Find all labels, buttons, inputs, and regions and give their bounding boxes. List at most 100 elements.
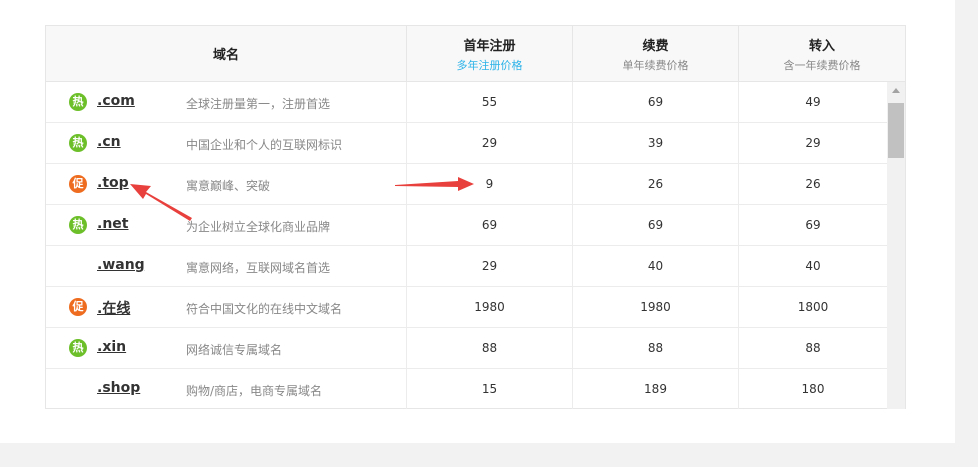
domain-description: 寓意网络，互联网域名首选 bbox=[186, 261, 331, 275]
table-row: 热 .net 为企业树立全球化商业品牌 69 69 69 bbox=[46, 205, 887, 246]
table-row: 热 .cn 中国企业和个人的互联网标识 29 39 29 bbox=[46, 123, 887, 164]
renew-price: 39 bbox=[647, 136, 664, 150]
domain-link[interactable]: .cn bbox=[97, 134, 121, 150]
domain-link[interactable]: .wang bbox=[97, 257, 145, 273]
renew-price-cell: 69 bbox=[573, 205, 739, 245]
hot-badge-icon: 热 bbox=[69, 93, 87, 111]
first-year-price-cell: 29 bbox=[407, 246, 573, 286]
renew-price-cell: 26 bbox=[573, 164, 739, 204]
domain-link[interactable]: .top bbox=[97, 175, 129, 191]
hot-badge-icon: 热 bbox=[69, 339, 87, 357]
renew-price: 189 bbox=[644, 382, 667, 396]
transfer-price: 49 bbox=[805, 95, 821, 109]
domain-link[interactable]: .net bbox=[97, 216, 128, 232]
domain-cell: 促 .在线 符合中国文化的在线中文域名 bbox=[46, 287, 407, 327]
header-domain-label: 域名 bbox=[212, 48, 239, 63]
first-year-price-cell: 55 bbox=[407, 82, 573, 122]
domain-cell: 热 .xin 网络诚信专属域名 bbox=[46, 328, 407, 368]
domain-link[interactable]: .com bbox=[97, 93, 135, 109]
renew-price: 88 bbox=[647, 341, 664, 355]
renew-price: 26 bbox=[647, 177, 664, 191]
header-first-year: 首年注册 多年注册价格 bbox=[407, 26, 573, 81]
transfer-price-cell: 1800 bbox=[739, 287, 887, 327]
domain-cell: 促 .top 寓意巅峰、突破 bbox=[46, 164, 407, 204]
table-header: 域名 首年注册 多年注册价格 续费 单年续费价格 转入 含一年续费价格 bbox=[46, 26, 905, 82]
renew-price-cell: 189 bbox=[573, 369, 739, 409]
domain-description: 网络诚信专属域名 bbox=[186, 343, 283, 357]
first-year-price: 69 bbox=[481, 218, 498, 232]
renew-price: 40 bbox=[647, 259, 664, 273]
domain-link[interactable]: .shop bbox=[97, 380, 140, 396]
content-panel: 域名 首年注册 多年注册价格 续费 单年续费价格 转入 含一年续费价格 热 .co… bbox=[0, 0, 955, 443]
transfer-price-cell: 40 bbox=[739, 246, 887, 286]
domain-price-table: 域名 首年注册 多年注册价格 续费 单年续费价格 转入 含一年续费价格 热 .co… bbox=[45, 25, 906, 409]
renew-price-cell: 40 bbox=[573, 246, 739, 286]
transfer-price: 29 bbox=[805, 136, 821, 150]
domain-cell: .shop 购物/商店，电商专属域名 bbox=[46, 369, 407, 409]
header-domain: 域名 bbox=[46, 26, 407, 81]
domain-description: 为企业树立全球化商业品牌 bbox=[186, 220, 331, 234]
transfer-price: 88 bbox=[805, 341, 821, 355]
hot-badge-icon: 热 bbox=[69, 216, 87, 234]
first-year-price-cell: 29 bbox=[407, 123, 573, 163]
table-body: 热 .com 全球注册量第一，注册首选 55 69 49 热 .cn 中国企业和个人的互联网标识… bbox=[46, 82, 887, 409]
renew-price-cell: 88 bbox=[573, 328, 739, 368]
domain-description: 中国企业和个人的互联网标识 bbox=[186, 138, 343, 152]
first-year-price-cell: 1980 bbox=[407, 287, 573, 327]
domain-description: 寓意巅峰、突破 bbox=[186, 179, 271, 193]
first-year-price: 29 bbox=[481, 259, 498, 273]
scroll-up-arrow-icon[interactable] bbox=[892, 88, 900, 93]
first-year-price-cell: 15 bbox=[407, 369, 573, 409]
table-row: 热 .xin 网络诚信专属域名 88 88 88 bbox=[46, 328, 887, 369]
first-year-price: 9 bbox=[485, 177, 494, 191]
transfer-price: 26 bbox=[805, 177, 821, 191]
header-renew-label: 续费 bbox=[642, 38, 669, 54]
table-scrollbar[interactable] bbox=[887, 82, 905, 409]
transfer-price: 40 bbox=[805, 259, 821, 273]
header-transfer-sublabel: 含一年续费价格 bbox=[783, 58, 861, 72]
domain-cell: 热 .com 全球注册量第一，注册首选 bbox=[46, 82, 407, 122]
header-renew-sublabel: 单年续费价格 bbox=[622, 58, 689, 72]
renew-price-cell: 69 bbox=[573, 82, 739, 122]
domain-description: 符合中国文化的在线中文域名 bbox=[186, 302, 343, 316]
domain-cell: 热 .cn 中国企业和个人的互联网标识 bbox=[46, 123, 407, 163]
scroll-thumb[interactable] bbox=[888, 103, 904, 158]
transfer-price-cell: 29 bbox=[739, 123, 887, 163]
transfer-price-cell: 180 bbox=[739, 369, 887, 409]
transfer-price: 180 bbox=[801, 382, 825, 396]
transfer-price-cell: 26 bbox=[739, 164, 887, 204]
hot-badge-icon: 热 bbox=[69, 134, 87, 152]
first-year-price-cell: 88 bbox=[407, 328, 573, 368]
header-transfer-label: 转入 bbox=[808, 38, 835, 54]
header-transfer: 转入 含一年续费价格 bbox=[739, 26, 905, 81]
first-year-price-cell: 69 bbox=[407, 205, 573, 245]
domain-description: 全球注册量第一，注册首选 bbox=[186, 97, 331, 111]
header-first-year-label: 首年注册 bbox=[463, 38, 516, 54]
first-year-price: 55 bbox=[481, 95, 498, 109]
transfer-price-cell: 88 bbox=[739, 328, 887, 368]
domain-link[interactable]: .xin bbox=[97, 339, 126, 355]
transfer-price: 69 bbox=[805, 218, 821, 232]
domain-cell: .wang 寓意网络，互联网域名首选 bbox=[46, 246, 407, 286]
transfer-price-cell: 49 bbox=[739, 82, 887, 122]
transfer-price-cell: 69 bbox=[739, 205, 887, 245]
domain-link[interactable]: .在线 bbox=[97, 298, 130, 318]
table-row: 热 .com 全球注册量第一，注册首选 55 69 49 bbox=[46, 82, 887, 123]
table-row: .wang 寓意网络，互联网域名首选 29 40 40 bbox=[46, 246, 887, 287]
first-year-price: 15 bbox=[481, 382, 498, 396]
renew-price-cell: 39 bbox=[573, 123, 739, 163]
domain-cell: 热 .net 为企业树立全球化商业品牌 bbox=[46, 205, 407, 245]
transfer-price: 1800 bbox=[797, 300, 829, 314]
header-first-year-sublabel[interactable]: 多年注册价格 bbox=[457, 57, 523, 73]
renew-price: 69 bbox=[647, 218, 664, 232]
promo-badge-icon: 促 bbox=[69, 298, 87, 316]
table-row: 促 .在线 符合中国文化的在线中文域名 1980 1980 1800 bbox=[46, 287, 887, 328]
first-year-price: 88 bbox=[481, 341, 498, 355]
renew-price-cell: 1980 bbox=[573, 287, 739, 327]
renew-price: 69 bbox=[647, 95, 664, 109]
first-year-price: 1980 bbox=[474, 300, 505, 314]
header-renew: 续费 单年续费价格 bbox=[573, 26, 739, 81]
table-row: .shop 购物/商店，电商专属域名 15 189 180 bbox=[46, 369, 887, 409]
promo-badge-icon: 促 bbox=[69, 175, 87, 193]
renew-price: 1980 bbox=[640, 300, 671, 314]
